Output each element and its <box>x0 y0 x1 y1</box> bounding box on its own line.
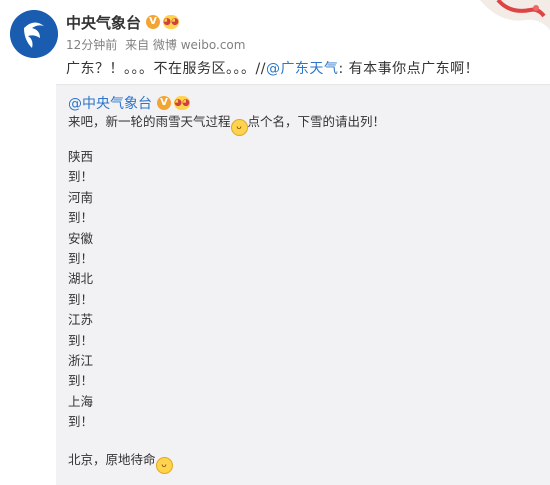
verified-badge-icon[interactable]: V <box>157 96 171 110</box>
user-line: 中央气象台 V ◕◕ <box>66 12 180 33</box>
post-reply: : 有本事你点广东啊！ <box>338 61 480 77</box>
repost-card: @中央气象台 V ◕◕ 来吧，新一轮的雨雪天气过程 ᴗ 点个名，下雪的请出列！ 陕西… <box>56 84 550 485</box>
smirk-emoji-icon: ᴗ <box>230 119 248 136</box>
list-item: 湖北 <box>68 271 94 287</box>
mention-link[interactable]: @广东天气 <box>266 61 339 77</box>
fan-badge-icon[interactable]: ◕◕ <box>174 96 190 110</box>
repost-text-after: 点个名，下雪的请出列！ <box>247 114 386 129</box>
post-meta: 12分钟前 来自 微博 weibo.com <box>66 36 249 53</box>
list-item: 到！ <box>68 169 94 185</box>
smirk-emoji-icon: ᴗ <box>155 457 173 474</box>
closing-text: 北京，原地待命 <box>68 452 156 467</box>
list-item: 陕西 <box>68 149 94 164</box>
decorative-corner-icon <box>480 0 550 30</box>
repost-author-link[interactable]: @中央气象台 <box>68 93 152 113</box>
account-name[interactable]: 中央气象台 <box>66 12 141 33</box>
list-item: 到！ <box>68 373 94 389</box>
list-item: 到！ <box>68 210 94 226</box>
list-item: 浙江 <box>68 352 94 368</box>
list-item: 到！ <box>68 332 94 348</box>
repost-text-before: 来吧，新一轮的雨雪天气过程 <box>68 114 231 129</box>
verified-badge-icon[interactable]: V <box>146 15 161 29</box>
post-source[interactable]: 来自 微博 weibo.com <box>125 38 245 52</box>
list-item: 上海 <box>68 393 94 409</box>
list-item: 到！ <box>68 250 94 266</box>
post-text: 广东？！。。。不在服务区。。。//@广东天气: 有本事你点广东啊！ <box>66 58 479 78</box>
rollcall-list: 陕西 到！ 河南 到！ 安徽 到！ 湖北 到！ 江苏 到！ 浙江 到！ 上海 到… <box>68 147 93 432</box>
list-item: 到！ <box>68 291 94 307</box>
list-item: 安徽 <box>68 230 94 246</box>
repost-header: @中央气象台 V ◕◕ <box>68 93 190 113</box>
post-time[interactable]: 12分钟前 <box>66 38 117 52</box>
post-text-body: 广东？！。。。不在服务区。。。// <box>66 61 266 77</box>
repost-text: 来吧，新一轮的雨雪天气过程 ᴗ 点个名，下雪的请出列！ <box>68 111 385 136</box>
closing-line: 北京，原地待命 ᴗ <box>68 449 173 474</box>
list-item: 江苏 <box>68 312 94 328</box>
fan-badge-icon[interactable]: ◕◕ <box>163 15 180 29</box>
weather-logo-icon <box>10 10 58 58</box>
list-item: 河南 <box>68 189 94 205</box>
avatar[interactable] <box>10 10 58 58</box>
list-item: 到！ <box>68 414 94 430</box>
truncated-content <box>68 473 398 479</box>
